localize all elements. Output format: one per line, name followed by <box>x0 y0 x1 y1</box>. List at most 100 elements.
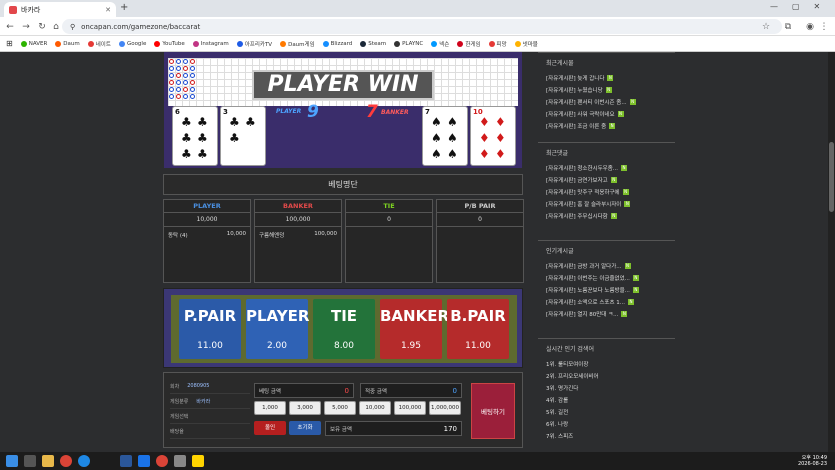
chip-button[interactable]: 3,000 <box>289 401 321 415</box>
bet-option-tie[interactable]: TIE 8.00 <box>313 299 375 359</box>
ie-icon[interactable] <box>78 455 90 467</box>
explorer-icon[interactable] <box>42 455 54 467</box>
sidebar-section-title: 최근댓글 <box>546 150 569 157</box>
bet-option-banker[interactable]: BANKER 1.95 <box>380 299 450 359</box>
sidebar-link[interactable]: [자유게시판] 이번주는 이금줄없었... N <box>538 272 675 284</box>
sidebar-link[interactable]: [자유게시판] 금방 과거 알다가... N <box>538 260 675 272</box>
tab-close-icon[interactable]: ✕ <box>105 6 111 14</box>
bookmark-item[interactable]: Instagram <box>192 40 229 47</box>
bookmark-item[interactable]: YouTube <box>154 40 185 47</box>
place-bet-button[interactable]: 베팅하기 <box>471 383 515 439</box>
home-icon[interactable]: ⌂ <box>50 21 62 33</box>
chrome-taskbar-icon[interactable] <box>156 455 168 467</box>
url-field[interactable]: ⚲ oncapan.com/gamezone/baccarat <box>62 19 782 34</box>
bookmark-item[interactable]: 넷마블 <box>514 40 538 48</box>
sidebar-link[interactable]: 7위. 스피즈 <box>538 430 675 442</box>
card-rank: 7 <box>425 108 430 116</box>
sidebar-link[interactable]: 4위. 감롤 <box>538 394 675 406</box>
sidebar-link-text: [자유게시판] 늦게 갑니다 <box>546 76 605 82</box>
bookmark-icon <box>154 40 161 47</box>
window-controls[interactable]: —▢✕ <box>770 2 834 11</box>
back-icon[interactable]: ← <box>4 21 16 33</box>
bookmark-item[interactable]: 한게임 <box>457 40 481 48</box>
sidebar-link[interactable]: [자유게시판] 맛주구 적응하구에 N <box>538 186 675 198</box>
bookmark-item[interactable]: 네이트 <box>87 40 111 48</box>
apps-grid-icon[interactable]: ⊞ <box>6 39 13 48</box>
app-icon[interactable] <box>174 455 186 467</box>
bet-column-total: 10,000 <box>164 213 250 227</box>
start-icon[interactable] <box>6 455 18 467</box>
bookmark-item[interactable]: Google <box>118 40 146 47</box>
bead-marker <box>183 94 188 99</box>
bookmark-star-icon[interactable]: ☆ <box>760 21 772 33</box>
banker-score: 7 <box>366 102 378 122</box>
allin-button[interactable]: 올인 <box>254 421 286 435</box>
chip-button[interactable]: 5,000 <box>324 401 356 415</box>
scrollbar-thumb[interactable] <box>829 142 834 212</box>
bookmark-icon <box>280 40 287 47</box>
bet-column-pbpair: P/B PAIR 0 <box>436 199 524 283</box>
sidebar-link[interactable]: [자유게시판] 팬서티 이번시즌 좀... N <box>538 96 675 108</box>
sidebar-link[interactable]: [자유게시판] 노름꾼보다 노름방을... N <box>538 284 675 296</box>
app-icon[interactable] <box>120 455 132 467</box>
sidebar-link[interactable]: 6위. 나랑 <box>538 418 675 430</box>
bookmark-item[interactable]: Daum <box>55 40 80 47</box>
reset-button[interactable]: 초기화 <box>289 421 321 435</box>
sidebar-link[interactable]: [자유게시판] 주무십시다함 N <box>538 210 675 222</box>
sidebar-link[interactable]: [자유게시판] 청소한시두우좀... N <box>538 162 675 174</box>
bookmark-icon <box>360 40 367 47</box>
chrome-icon[interactable] <box>60 455 72 467</box>
bet-option-ppair[interactable]: P.PAIR 11.00 <box>179 299 241 359</box>
chip-button[interactable]: 10,000 <box>359 401 391 415</box>
sidebar-link[interactable]: [자유게시판] 열지 80만대 ㅋ... N <box>538 308 675 320</box>
chip-button[interactable]: 100,000 <box>394 401 426 415</box>
bookmark-label: 피망 <box>496 41 507 48</box>
sidebar-link[interactable]: [자유게시판] 조금 이른 줌N <box>538 120 675 132</box>
forward-icon[interactable]: → <box>20 21 32 33</box>
sidebar-link[interactable]: [자유게시판] 홈 잘 슬라부시자이 N <box>538 198 675 210</box>
profile-icon[interactable]: ◉ <box>804 21 816 33</box>
bookmark-item[interactable]: Daum게임 <box>280 40 315 48</box>
bookmark-item[interactable]: 아프리카TV <box>236 40 272 48</box>
card-suit-icon: ♠ <box>431 131 442 145</box>
reload-icon[interactable]: ↻ <box>36 21 48 33</box>
taskview-icon[interactable] <box>24 455 36 467</box>
bet-option-player[interactable]: PLAYER 2.00 <box>246 299 310 359</box>
bet-option-bpair[interactable]: B.PAIR 11.00 <box>447 299 509 359</box>
site-info-icon[interactable]: ⚲ <box>70 23 75 31</box>
sidebar-link[interactable]: [자유게시판] 사워 극락이네요 N <box>538 108 675 120</box>
extensions-icon[interactable]: ⧉ <box>782 21 794 33</box>
sidebar-link[interactable]: [자유게시판] 소액으로 스포츠 1... N <box>538 296 675 308</box>
chip-button[interactable]: 1,000,000 <box>429 401 461 415</box>
sidebar-link[interactable]: [자유게시판] 늦게 갑니다 N <box>538 72 675 84</box>
kakaotalk-icon[interactable] <box>192 455 204 467</box>
bookmark-item[interactable]: 넥슨 <box>431 40 449 48</box>
sidebar-link-text: 3위. 명가긴다 <box>546 386 579 392</box>
sidebar-link[interactable]: 1위. 룰티모여이장 <box>538 358 675 370</box>
bookmark-item[interactable]: Blizzard <box>322 40 352 47</box>
new-tab-icon[interactable]: + <box>120 2 128 13</box>
sidebar-link-text: [자유게시판] 누웠습니당 <box>546 88 603 94</box>
browser-tab[interactable]: 바카라 ✕ <box>4 2 116 17</box>
sidebar-link[interactable]: 2위. 프리오모세이비어 <box>538 370 675 382</box>
sidebar-link[interactable]: [자유게시판] 누웠습니당 N <box>538 84 675 96</box>
bookmark-item[interactable]: Steam <box>360 40 386 47</box>
app-icon[interactable] <box>138 455 150 467</box>
bet-column-total: 0 <box>346 213 432 227</box>
sidebar-link[interactable]: 5위. 길전 <box>538 406 675 418</box>
sidebar-link[interactable]: 3위. 명가긴다 <box>538 382 675 394</box>
bookmark-item[interactable]: NAVER <box>20 40 47 47</box>
bookmark-icon <box>457 40 464 47</box>
bead-marker <box>183 80 188 85</box>
bookmark-item[interactable]: PLAYNC <box>394 40 423 47</box>
player-score: 9 <box>307 102 319 122</box>
bet-row: 동탁 (4) 10,000 <box>164 227 250 243</box>
bet-option-name: BANKER <box>380 307 450 325</box>
menu-icon[interactable]: ⋮ <box>818 21 830 33</box>
page-scrollbar[interactable] <box>828 52 835 452</box>
bookmark-item[interactable]: 피망 <box>488 40 507 48</box>
bet-option-name: PLAYER <box>246 307 310 325</box>
sidebar-link-text: [자유게시판] 소액으로 스포츠 1... <box>546 300 626 306</box>
sidebar-link[interactable]: [자유게시판] 금연가보자고 N <box>538 174 675 186</box>
chip-button[interactable]: 1,000 <box>254 401 286 415</box>
